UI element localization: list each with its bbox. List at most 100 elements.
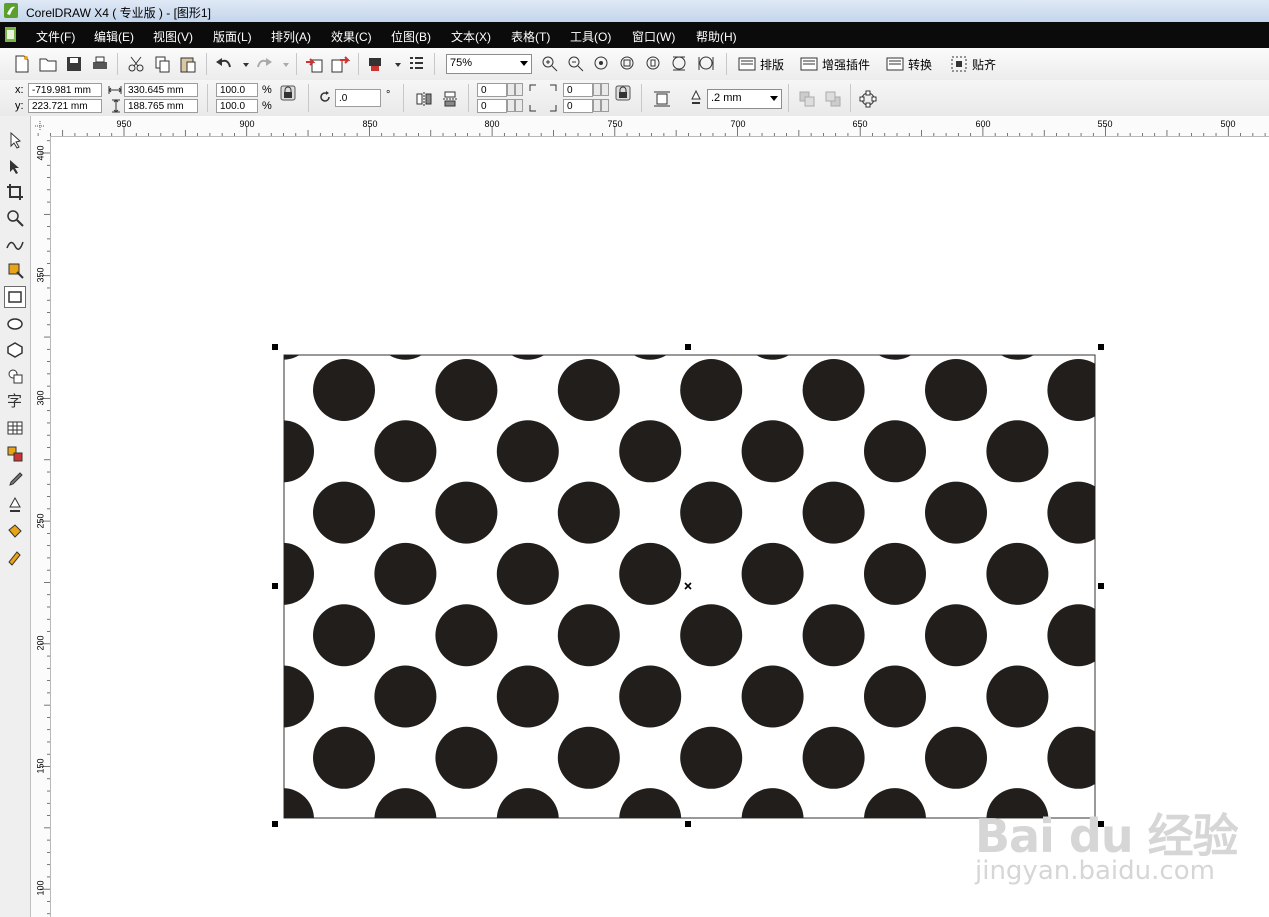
- snap-icon: [951, 56, 967, 72]
- open-folder-icon[interactable]: [38, 54, 58, 74]
- wrap-text-icon[interactable]: [652, 89, 672, 109]
- menu-table[interactable]: 表格(T): [511, 28, 550, 45]
- menu-edit[interactable]: 编辑(E): [94, 28, 134, 45]
- spinner-up[interactable]: [601, 83, 609, 96]
- export-icon[interactable]: [330, 54, 350, 74]
- welcome-screen-icon[interactable]: [406, 54, 426, 74]
- menu-view[interactable]: 视图(V): [153, 28, 193, 45]
- menu-window[interactable]: 窗口(W): [632, 28, 675, 45]
- mirror-vertical-icon[interactable]: [440, 89, 460, 109]
- selection-handle[interactable]: [272, 821, 278, 827]
- zoom-in-icon[interactable]: [540, 54, 560, 74]
- spinner-up[interactable]: [515, 83, 523, 96]
- spinner-down[interactable]: [593, 83, 601, 96]
- polygon-tool-icon[interactable]: [5, 340, 25, 360]
- rectangle-tool-button[interactable]: [4, 286, 26, 308]
- menu-bitmaps[interactable]: 位图(B): [391, 28, 431, 45]
- outline-tool-icon[interactable]: [5, 496, 25, 516]
- selection-handle[interactable]: [1098, 583, 1104, 589]
- zoom-out-icon[interactable]: [566, 54, 586, 74]
- cut-icon[interactable]: [126, 54, 146, 74]
- ruler-origin-icon[interactable]: [33, 119, 47, 133]
- shape-tool-icon[interactable]: [5, 156, 25, 176]
- menu-effects[interactable]: 效果(C): [331, 28, 372, 45]
- to-front-icon[interactable]: [797, 89, 817, 109]
- print-icon[interactable]: [90, 54, 110, 74]
- application-launcher-icon[interactable]: [366, 54, 386, 74]
- smart-fill-tool-icon[interactable]: [5, 260, 25, 280]
- crop-tool-icon[interactable]: [5, 182, 25, 202]
- undo-dropdown-icon[interactable]: [236, 54, 256, 74]
- menu-bar: 文件(F) 编辑(E) 视图(V) 版面(L) 排列(A) 效果(C) 位图(B…: [0, 22, 1269, 48]
- menu-arrange[interactable]: 排列(A): [271, 28, 311, 45]
- document-icon[interactable]: [4, 27, 17, 42]
- horizontal-ruler[interactable]: 950 900 850 800 750 700 650 600 550 500: [31, 116, 1269, 137]
- zoom-level-select[interactable]: 75%: [446, 54, 532, 74]
- corner-radius-top-left[interactable]: 0: [477, 83, 507, 97]
- scale-y-field[interactable]: 100.0: [216, 99, 258, 113]
- redo-dropdown-icon[interactable]: [276, 54, 296, 74]
- y-position-field[interactable]: 223.721 mm: [28, 99, 102, 113]
- interactive-fill-tool-icon[interactable]: [5, 548, 25, 568]
- corner-radius-top-right[interactable]: 0: [563, 83, 593, 97]
- freehand-tool-icon[interactable]: [5, 234, 25, 254]
- undo-icon[interactable]: [214, 54, 234, 74]
- table-tool-icon[interactable]: [5, 418, 25, 438]
- zoom-all-objects-icon[interactable]: [618, 54, 638, 74]
- pick-tool-icon[interactable]: [5, 130, 25, 150]
- selected-object[interactable]: [270, 342, 1106, 830]
- eyedropper-tool-icon[interactable]: [5, 470, 25, 490]
- lock-ratio-icon[interactable]: [280, 85, 296, 101]
- width-icon: [108, 86, 122, 94]
- scale-x-field[interactable]: 100.0: [216, 83, 258, 97]
- to-back-icon[interactable]: [823, 89, 843, 109]
- ellipse-tool-icon[interactable]: [5, 314, 25, 334]
- new-document-icon[interactable]: [12, 54, 32, 74]
- basic-shapes-tool-icon[interactable]: [5, 366, 25, 386]
- menu-layout[interactable]: 版面(L): [213, 28, 252, 45]
- convert-to-curves-icon[interactable]: [858, 89, 878, 109]
- object-height-field[interactable]: 188.765 mm: [124, 99, 198, 113]
- copy-icon[interactable]: [152, 54, 172, 74]
- selection-handle[interactable]: [685, 821, 691, 827]
- spinner-up[interactable]: [515, 99, 523, 112]
- zoom-tool-icon[interactable]: [5, 208, 25, 228]
- redo-icon[interactable]: [254, 54, 274, 74]
- selection-handle[interactable]: [1098, 344, 1104, 350]
- spinner-down[interactable]: [507, 99, 515, 112]
- corner-radius-bottom-right[interactable]: 0: [563, 99, 593, 113]
- selection-handle[interactable]: [272, 583, 278, 589]
- paste-icon[interactable]: [178, 54, 198, 74]
- zoom-selected-icon[interactable]: [592, 54, 612, 74]
- vertical-ruler[interactable]: 400 350 300 250 200 150 100: [31, 136, 51, 917]
- selection-handle[interactable]: [272, 344, 278, 350]
- menu-text[interactable]: 文本(X): [451, 28, 491, 45]
- zoom-page-width-icon[interactable]: [670, 54, 690, 74]
- menu-file[interactable]: 文件(F): [36, 28, 75, 45]
- object-width-field[interactable]: 330.645 mm: [124, 83, 198, 97]
- save-icon[interactable]: [64, 54, 84, 74]
- mirror-horizontal-icon[interactable]: [414, 89, 434, 109]
- x-label: x:: [15, 84, 24, 96]
- spinner-down[interactable]: [593, 99, 601, 112]
- ruler-label: 400: [35, 145, 46, 161]
- import-icon[interactable]: [304, 54, 324, 74]
- corner-lock-icon[interactable]: [615, 85, 631, 101]
- polka-dot: [496, 420, 559, 483]
- ruler-label: 950: [116, 119, 132, 129]
- spinner-down[interactable]: [507, 83, 515, 96]
- zoom-page-height-icon[interactable]: [696, 54, 716, 74]
- zoom-page-icon[interactable]: [644, 54, 664, 74]
- menu-help[interactable]: 帮助(H): [696, 28, 737, 45]
- x-position-field[interactable]: -719.981 mm: [28, 83, 102, 97]
- spinner-up[interactable]: [601, 99, 609, 112]
- rotation-angle-field[interactable]: .0: [335, 89, 381, 107]
- fill-tool-icon[interactable]: [5, 522, 25, 542]
- outline-width-select[interactable]: .2 mm: [707, 89, 782, 109]
- corner-radius-bottom-left[interactable]: 0: [477, 99, 507, 113]
- text-tool-icon[interactable]: 字: [5, 390, 25, 410]
- menu-tools[interactable]: 工具(O): [570, 28, 611, 45]
- interactive-blend-tool-icon[interactable]: [5, 444, 25, 464]
- selection-handle[interactable]: [685, 344, 691, 350]
- launcher-dropdown-icon[interactable]: [388, 54, 408, 74]
